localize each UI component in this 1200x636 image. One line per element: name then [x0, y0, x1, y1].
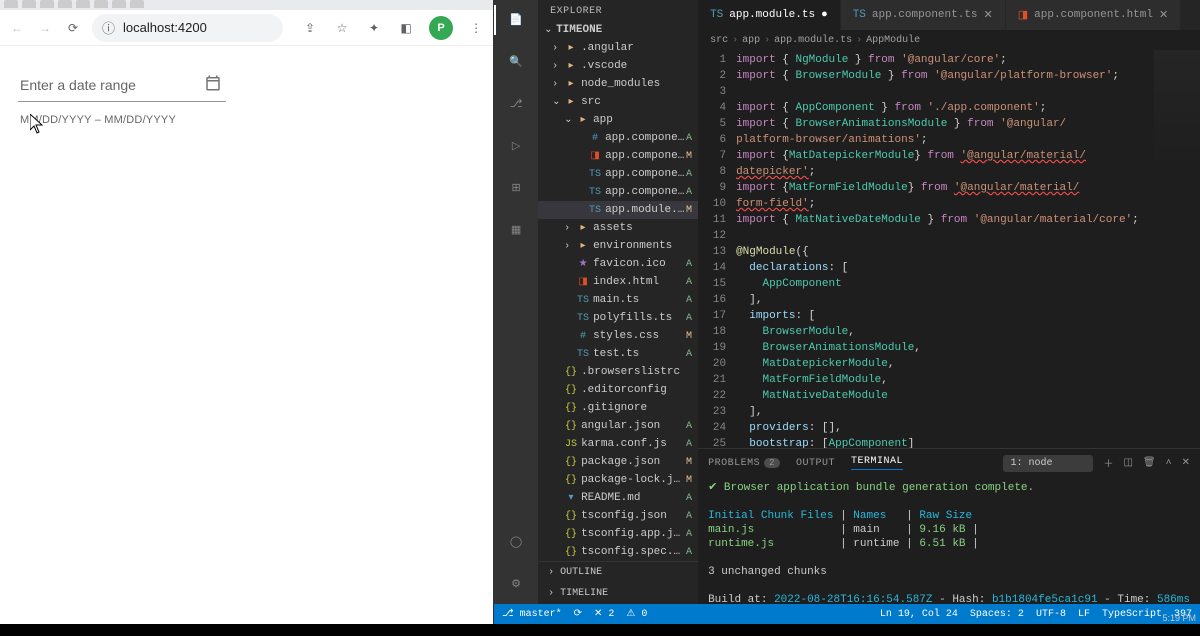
code-content[interactable]: import { NgModule } from '@angular/core'…	[736, 50, 1200, 448]
omnibox[interactable]: ⓘ localhost:4200	[92, 14, 283, 42]
close-panel-icon[interactable]: ✕	[1182, 457, 1190, 469]
calendar-icon[interactable]	[204, 74, 222, 95]
status-warnings[interactable]: ⚠ 0	[626, 608, 647, 620]
split-terminal-icon[interactable]: ◫	[1123, 457, 1132, 469]
explorer-sidebar: EXPLORER ⌄TIMEONE ›▸.angular›▸.vscode›▸n…	[538, 0, 698, 604]
sidepanel-icon[interactable]: ◧	[397, 19, 415, 37]
file-app[interactable]: ⌄▸app	[538, 111, 698, 129]
file-environments[interactable]: ›▸environments	[538, 237, 698, 255]
file-app.module.ts[interactable]: TSapp.module.tsM	[538, 201, 698, 219]
breadcrumb[interactable]: src›app›app.module.ts›AppModule	[698, 30, 1200, 50]
line-numbers: 12345 6 7 891011121314151617181920212223…	[698, 50, 736, 448]
status-ln-col[interactable]: Ln 19, Col 24	[880, 609, 958, 620]
extensions-icon[interactable]: ✦	[365, 19, 383, 37]
file-app.component.css[interactable]: #app.component.cssA	[538, 129, 698, 147]
panel-tab-terminal[interactable]: TERMINAL	[851, 456, 903, 470]
gear-icon[interactable]: ⚙	[504, 572, 528, 596]
file-tsconfig.app.json[interactable]: {}tsconfig.app.jsonA	[538, 525, 698, 543]
file-main.ts[interactable]: TSmain.tsA	[538, 291, 698, 309]
nav-back-icon[interactable]: ←	[8, 19, 26, 37]
file-app.component.html[interactable]: ◨app.component.htmlM	[538, 147, 698, 165]
file-polyfills.ts[interactable]: TSpolyfills.tsA	[538, 309, 698, 327]
taskbar-clock[interactable]: 5:19 PM	[1162, 612, 1196, 624]
panel-tab-output[interactable]: OUTPUT	[796, 458, 835, 469]
file-test.ts[interactable]: TStest.tsA	[538, 345, 698, 363]
extensions-icon[interactable]: ⊞	[504, 176, 528, 200]
file-.angular[interactable]: ›▸.angular	[538, 39, 698, 57]
date-hint: MM/DD/YYYY – MM/DD/YYYY	[18, 114, 475, 126]
minimap[interactable]	[1154, 50, 1200, 448]
file-tsconfig.json[interactable]: {}tsconfig.jsonA	[538, 507, 698, 525]
vscode-window: 📄 🔍 ⎇ ▷ ⊞ ▦ ◯ ⚙ EXPLORER ⌄TIMEONE ›▸.ang…	[494, 0, 1200, 624]
file-app.component.ts[interactable]: TSapp.component.tsA	[538, 165, 698, 183]
panel-tab-problems[interactable]: PROBLEMS 2	[708, 458, 780, 469]
search-icon[interactable]: 🔍	[504, 50, 528, 74]
panel: PROBLEMS 2 OUTPUT TERMINAL 1: node ＋ ◫ 🗑…	[698, 448, 1200, 604]
windows-taskbar[interactable]: 5:19 PM	[0, 624, 1200, 636]
file-favicon.ico[interactable]: ★favicon.icoA	[538, 255, 698, 273]
remote-icon[interactable]: ▦	[504, 218, 528, 242]
date-range-input[interactable]: Enter a date range	[18, 64, 226, 102]
site-info-icon[interactable]: ⓘ	[102, 18, 115, 37]
editor-tab-app.component.ts[interactable]: TSapp.component.ts✕	[841, 0, 1006, 30]
file-src[interactable]: ⌄▸src	[538, 93, 698, 111]
reload-icon[interactable]: ⟳	[64, 19, 82, 37]
status-lang[interactable]: TypeScript	[1102, 609, 1162, 620]
file-package.json[interactable]: {}package.jsonM	[538, 453, 698, 471]
source-control-icon[interactable]: ⎇	[504, 92, 528, 116]
file-angular.json[interactable]: {}angular.jsonA	[538, 417, 698, 435]
debug-icon[interactable]: ▷	[504, 134, 528, 158]
profile-avatar[interactable]: P	[429, 16, 453, 40]
browser-toolbar: ← → ⟳ ⓘ localhost:4200 ⇪ ☆ ✦ ◧ P ⋮	[0, 10, 493, 46]
explorer-icon[interactable]: 📄	[504, 8, 528, 32]
editor-tab-app.module.ts[interactable]: TSapp.module.ts●	[698, 0, 841, 30]
url-text: localhost:4200	[123, 20, 207, 35]
maximize-panel-icon[interactable]: ˄	[1166, 458, 1172, 469]
status-eol[interactable]: LF	[1078, 609, 1090, 620]
terminal-select[interactable]: 1: node	[1003, 455, 1093, 472]
file-tree: ›▸.angular›▸.vscode›▸node_modules⌄▸src⌄▸…	[538, 39, 698, 561]
page-content: Enter a date range MM/DD/YYYY – MM/DD/YY…	[0, 46, 493, 624]
mouse-cursor-icon	[30, 114, 44, 134]
file-app.component.spec.ts[interactable]: TSapp.component.spec.tsA	[538, 183, 698, 201]
file-.gitignore[interactable]: {}.gitignore	[538, 399, 698, 417]
explorer-title: EXPLORER	[538, 0, 698, 21]
status-sync-icon[interactable]: ⟳	[574, 608, 582, 620]
share-icon[interactable]: ⇪	[301, 19, 319, 37]
timeline-section[interactable]: ›TIMELINE	[538, 583, 698, 604]
browser-tabstrip	[0, 0, 493, 10]
file-index.html[interactable]: ◨index.htmlA	[538, 273, 698, 291]
status-errors[interactable]: ✕ 2	[594, 608, 614, 620]
activity-bar: 📄 🔍 ⎇ ▷ ⊞ ▦ ◯ ⚙	[494, 0, 538, 604]
file-karma.conf.js[interactable]: JSkarma.conf.jsA	[538, 435, 698, 453]
file-.vscode[interactable]: ›▸.vscode	[538, 57, 698, 75]
status-spaces[interactable]: Spaces: 2	[970, 609, 1024, 620]
file-.browserslistrc[interactable]: {}.browserslistrc	[538, 363, 698, 381]
bookmark-icon[interactable]: ☆	[333, 19, 351, 37]
status-branch[interactable]: ⎇ master*	[502, 608, 562, 620]
account-icon[interactable]: ◯	[504, 530, 528, 554]
editor-tab-app.component.html[interactable]: ◨app.component.html✕	[1006, 0, 1181, 30]
status-encoding[interactable]: UTF-8	[1036, 609, 1066, 620]
file-README.md[interactable]: ▾README.mdA	[538, 489, 698, 507]
file-tsconfig.spec.json[interactable]: {}tsconfig.spec.jsonA	[538, 543, 698, 561]
statusbar: ⎇ master* ⟳ ✕ 2 ⚠ 0 Ln 19, Col 24 Spaces…	[494, 604, 1200, 624]
date-placeholder: Enter a date range	[20, 77, 136, 93]
project-root[interactable]: ⌄TIMEONE	[538, 21, 698, 39]
kill-terminal-icon[interactable]: 🗑	[1143, 457, 1156, 469]
terminal-output[interactable]: ✔ Browser application bundle generation …	[698, 477, 1200, 604]
editor-area: TSapp.module.ts●TSapp.component.ts✕◨app.…	[698, 0, 1200, 604]
new-terminal-icon[interactable]: ＋	[1103, 455, 1113, 471]
outline-section[interactable]: ›OUTLINE	[538, 562, 698, 583]
file-node_modules[interactable]: ›▸node_modules	[538, 75, 698, 93]
editor-tabstrip: TSapp.module.ts●TSapp.component.ts✕◨app.…	[698, 0, 1200, 30]
nav-forward-icon[interactable]: →	[36, 19, 54, 37]
file-.editorconfig[interactable]: {}.editorconfig	[538, 381, 698, 399]
menu-icon[interactable]: ⋮	[467, 19, 485, 37]
file-styles.css[interactable]: #styles.cssM	[538, 327, 698, 345]
file-package-lock.json[interactable]: {}package-lock.jsonM	[538, 471, 698, 489]
file-assets[interactable]: ›▸assets	[538, 219, 698, 237]
browser-window: ← → ⟳ ⓘ localhost:4200 ⇪ ☆ ✦ ◧ P ⋮ Enter…	[0, 0, 494, 624]
